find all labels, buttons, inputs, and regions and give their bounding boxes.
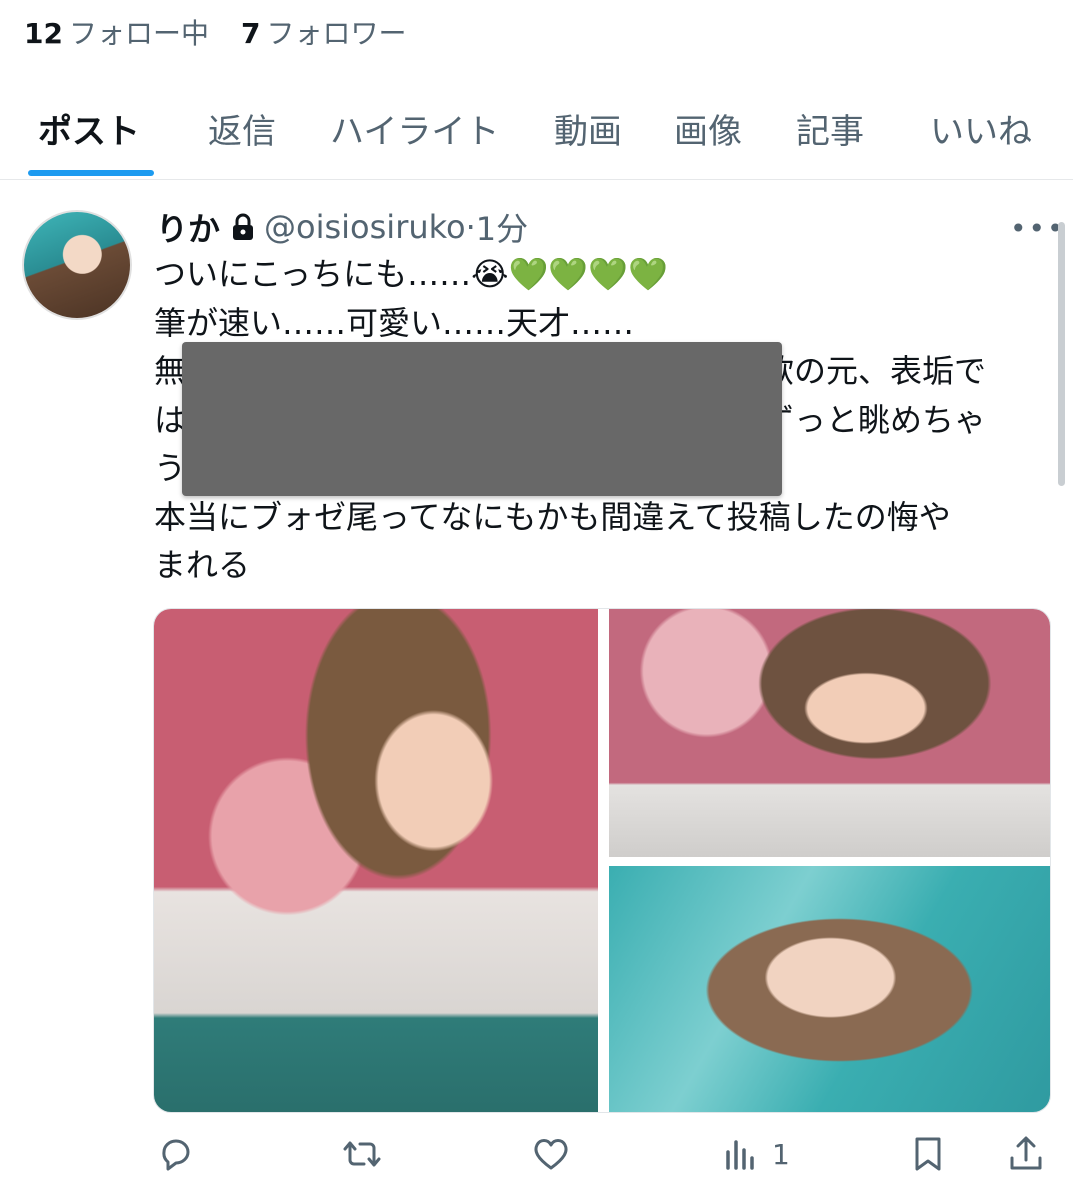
author-handle[interactable]: @oisiosiruko [264,208,466,246]
post-image-1[interactable] [154,609,598,1112]
tab-articles[interactable]: 記事 [796,104,864,153]
followers-count: 7 [240,17,261,50]
tab-highlights[interactable]: ハイライト [330,104,499,153]
reply-button[interactable] [156,1134,196,1174]
reply-icon [162,1139,190,1171]
heart-icon [534,1139,568,1170]
followers-link[interactable]: 7 フォロワー [241,12,407,52]
repost-button[interactable] [342,1134,382,1174]
post-image-3[interactable] [609,866,1050,1112]
image-divider-vertical [598,609,609,1112]
scrollbar[interactable] [1058,222,1065,486]
following-label: フォロー中 [68,17,209,50]
active-tab-indicator [28,170,154,176]
post-time[interactable]: 1分 [476,204,528,250]
tab-likes[interactable]: いいね [930,104,1032,153]
tab-images[interactable]: 画像 [674,104,742,153]
profile-tabs: ポスト 返信 ハイライト 動画 画像 記事 いいね [0,96,1073,180]
lock-icon [230,213,256,241]
tab-videos[interactable]: 動画 [554,104,622,153]
like-button[interactable] [531,1134,571,1174]
share-button[interactable] [1006,1134,1046,1174]
redaction-box [182,342,782,496]
share-icon [1010,1136,1042,1170]
following-count: 12 [24,17,63,50]
repost-icon [343,1141,381,1167]
bookmark-icon [915,1137,941,1171]
separator: · [465,208,476,246]
author-name[interactable]: りか [156,204,220,250]
image-divider-horizontal [609,857,1050,866]
post-header: りか @oisiosiruko · 1分 [156,204,528,250]
media-grid [153,608,1051,1113]
avatar[interactable] [22,210,132,320]
tab-posts[interactable]: ポスト [38,104,140,153]
post-image-2[interactable] [609,609,1050,857]
post-actions: 1 [0,1134,1073,1184]
follow-stats: 12 フォロー中 7 フォロワー [24,12,406,52]
bookmark-button[interactable] [908,1134,948,1174]
following-link[interactable]: 12 フォロー中 [24,12,209,52]
views-button[interactable]: 1 [720,1134,790,1174]
views-count: 1 [772,1137,790,1171]
tab-replies[interactable]: 返信 [208,104,276,153]
views-icon [726,1140,754,1170]
followers-label: フォロワー [266,17,407,50]
